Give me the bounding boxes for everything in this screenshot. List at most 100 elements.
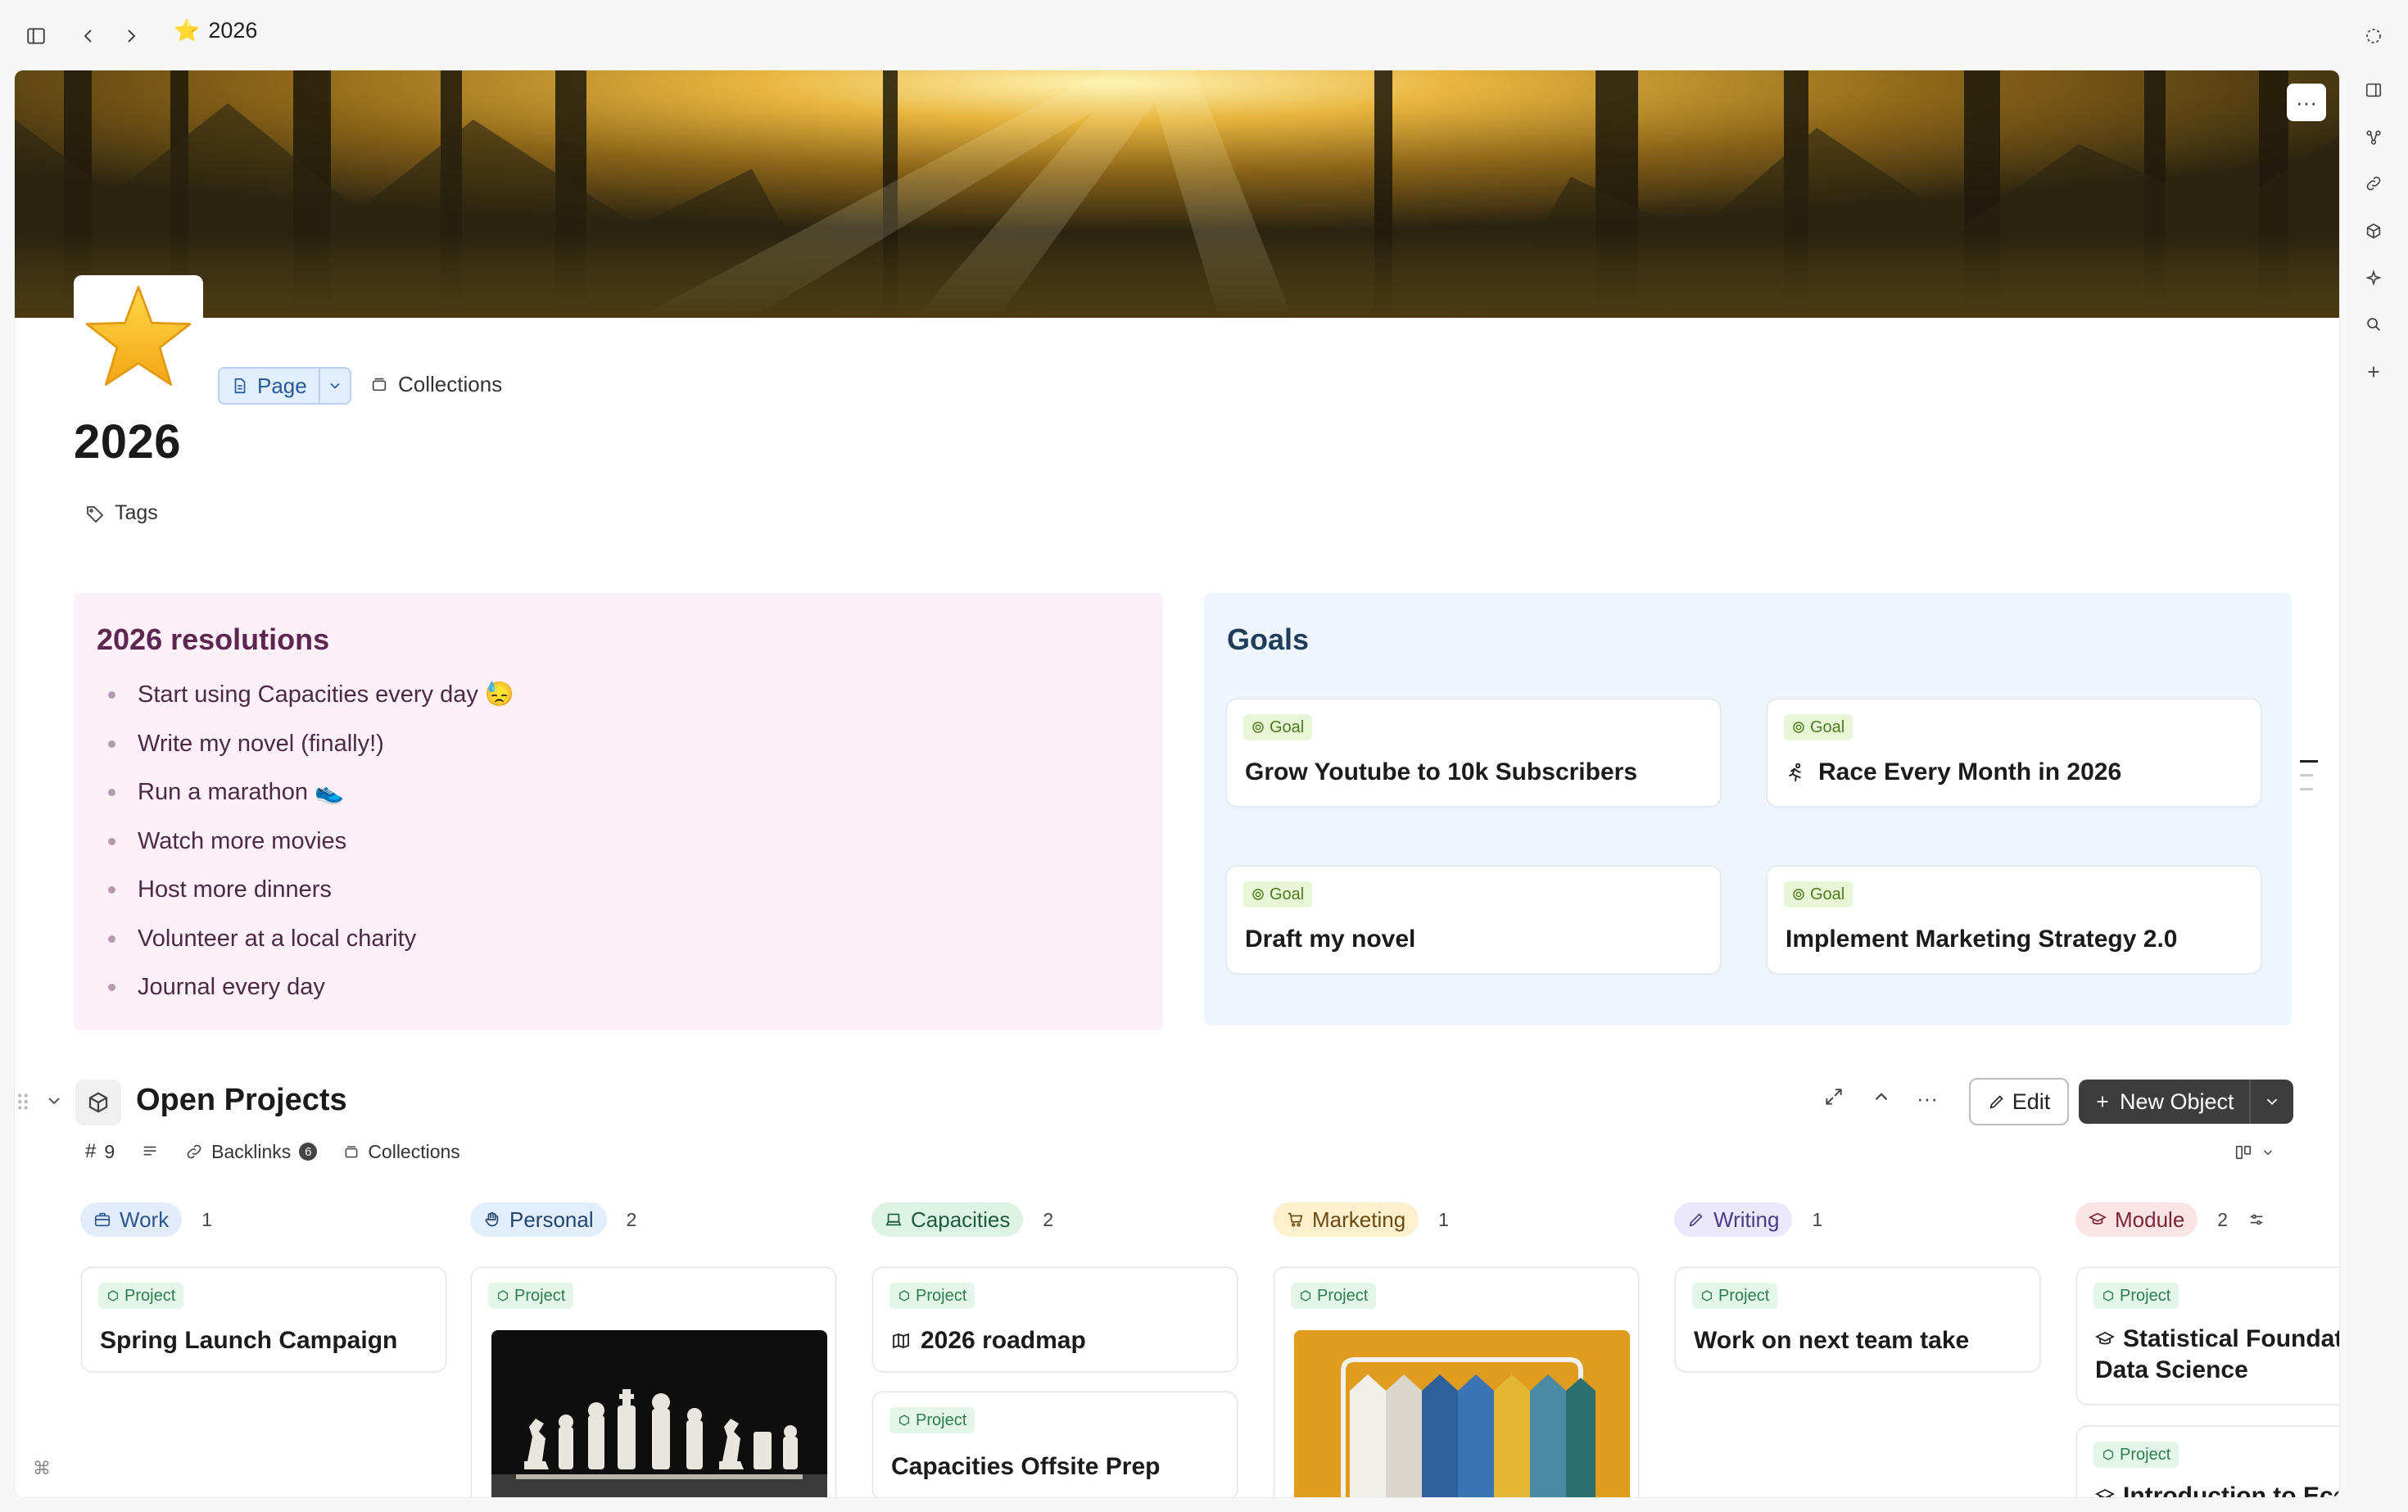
back-arrow-icon[interactable]: [74, 21, 103, 51]
tags-label: Tags: [115, 501, 158, 524]
column-header-writing[interactable]: Writing 1: [1674, 1202, 1822, 1237]
view-selector[interactable]: [2234, 1143, 2275, 1161]
page-title[interactable]: 2026: [74, 414, 181, 469]
column-header-module[interactable]: Module 2: [2075, 1202, 2265, 1237]
cover-image[interactable]: ···: [15, 70, 2339, 318]
goal-title: Draft my novel: [1245, 926, 1416, 953]
query-meta-row: # 9 Backlinks 6 Collections: [85, 1140, 487, 1163]
list-item[interactable]: Start using Capacities every day 😓: [74, 677, 514, 726]
collections-link[interactable]: Collections: [370, 367, 502, 401]
sync-status-icon[interactable]: [2359, 21, 2388, 51]
graduation-cap-icon: [2095, 1488, 2115, 1497]
new-object-button[interactable]: New Object: [2079, 1080, 2293, 1124]
graph-icon[interactable]: [2359, 123, 2388, 152]
project-card[interactable]: Project Capacities Offsite Prep: [873, 1392, 1237, 1497]
project-card[interactable]: Project Introduction to Economics: [2077, 1427, 2339, 1497]
cube-icon: [498, 1290, 508, 1301]
chevron-down-icon[interactable]: [2251, 1080, 2293, 1124]
tag-icon: [87, 505, 104, 523]
expand-icon[interactable]: [1823, 1086, 1844, 1107]
collection-icon: [372, 378, 387, 392]
project-tag-label: Project: [124, 1286, 176, 1305]
project-card[interactable]: Project 2026 roadmap: [873, 1268, 1237, 1371]
backlinks-count: 6: [299, 1143, 318, 1161]
goal-name: Draft my novel: [1245, 926, 1415, 953]
project-card[interactable]: Project: [472, 1268, 835, 1497]
new-object-label: New Object: [2120, 1089, 2234, 1114]
pencil-icon: [1689, 1213, 1703, 1227]
cover-options-button[interactable]: ···: [2287, 84, 2326, 121]
goal-tag-label: Goal: [1270, 718, 1305, 736]
column-header-marketing[interactable]: Marketing 1: [1273, 1202, 1449, 1237]
column-header-capacities[interactable]: Capacities 2: [871, 1202, 1053, 1237]
forward-arrow-icon[interactable]: [116, 21, 146, 51]
link-icon[interactable]: [2359, 169, 2388, 198]
add-icon[interactable]: [2359, 357, 2388, 387]
filter-settings-icon[interactable]: [2247, 1211, 2265, 1229]
object-count[interactable]: # 9: [85, 1140, 115, 1163]
list-item[interactable]: Run a marathon 👟: [74, 774, 514, 823]
search-icon[interactable]: [2359, 310, 2388, 339]
command-icon[interactable]: ⌘: [33, 1458, 51, 1479]
project-card[interactable]: Project Statistical Foundations for Data…: [2077, 1268, 2339, 1404]
open-projects-title[interactable]: Open Projects: [136, 1083, 347, 1118]
project-tag: Project: [889, 1407, 975, 1433]
block-scroll-indicator[interactable]: [2300, 760, 2318, 802]
tags-property[interactable]: Tags: [85, 501, 158, 525]
pencil-icon: [1989, 1095, 2003, 1109]
shopping-cart-icon: [1288, 1212, 1303, 1227]
page-icon[interactable]: [74, 275, 203, 396]
chevron-up-icon[interactable]: [1871, 1086, 1892, 1107]
object-count-value: 9: [104, 1140, 115, 1162]
list-item[interactable]: Journal every day: [74, 969, 514, 1018]
ai-sparkle-icon[interactable]: [2359, 264, 2388, 293]
cube-icon[interactable]: [2359, 216, 2388, 246]
goal-tag-label: Goal: [1810, 885, 1845, 903]
collections-label: Collections: [398, 371, 503, 396]
goal-name: Implement Marketing Strategy 2.0: [1786, 926, 2177, 953]
collapse-chevron-icon[interactable]: [44, 1091, 64, 1111]
backlinks-link[interactable]: Backlinks 6: [185, 1141, 318, 1163]
column-header-personal[interactable]: Personal 2: [470, 1202, 636, 1237]
project-tag-label: Project: [916, 1286, 967, 1305]
resolutions-block[interactable]: 2026 resolutions Start using Capacities …: [74, 593, 1163, 1030]
project-tag-label: Project: [916, 1410, 967, 1429]
chess-pieces-image: [491, 1330, 827, 1497]
collections-link[interactable]: Collections: [343, 1141, 460, 1163]
goal-card[interactable]: Goal Race Every Month in 2026: [1768, 699, 2261, 806]
chevron-down-icon: [2263, 1150, 2273, 1156]
sidebar-toggle-icon[interactable]: [21, 21, 51, 51]
goal-card[interactable]: Goal Grow Youtube to 10k Subscribers: [1227, 699, 1720, 806]
project-card[interactable]: Project Work on next team take: [1676, 1268, 2039, 1371]
project-card[interactable]: Project: [1274, 1268, 1638, 1497]
list-item[interactable]: Host more dinners: [74, 871, 514, 921]
star-icon: ⭐: [174, 18, 201, 43]
drag-handle-icon[interactable]: [15, 1091, 31, 1112]
panel-toggle-icon[interactable]: [2359, 75, 2388, 105]
column-count: 2: [2217, 1208, 2229, 1230]
cube-icon: [75, 1080, 121, 1125]
goal-card[interactable]: Goal Implement Marketing Strategy 2.0: [1768, 867, 2261, 973]
more-options-icon[interactable]: ···: [1917, 1086, 1938, 1111]
goal-card[interactable]: Goal Draft my novel: [1227, 867, 1720, 973]
target-icon: [1793, 889, 1804, 900]
top-bar: ⭐ 2026: [0, 0, 2408, 70]
breadcrumb[interactable]: ⭐ 2026: [174, 18, 257, 43]
graduation-cap-icon: [2095, 1331, 2115, 1345]
list-item[interactable]: Watch more movies: [74, 823, 514, 872]
list-item[interactable]: Write my novel (finally!): [74, 726, 514, 775]
list-item[interactable]: Volunteer at a local charity: [74, 921, 514, 970]
map-icon: [893, 1333, 909, 1349]
column-count: 1: [1812, 1208, 1823, 1230]
board-view-icon: [2235, 1145, 2252, 1160]
description-toggle[interactable]: [141, 1143, 159, 1161]
project-tag-label: Project: [514, 1286, 566, 1305]
chevron-down-icon[interactable]: [320, 369, 350, 403]
cube-icon: [108, 1290, 118, 1301]
edit-label: Edit: [2012, 1089, 2051, 1114]
project-card[interactable]: Project Spring Launch Campaign: [82, 1268, 446, 1371]
edit-button[interactable]: Edit: [1969, 1078, 2069, 1125]
column-header-work[interactable]: Work 1: [80, 1202, 212, 1237]
collection-icon: [345, 1146, 358, 1158]
page-type-selector[interactable]: Page: [218, 367, 351, 405]
